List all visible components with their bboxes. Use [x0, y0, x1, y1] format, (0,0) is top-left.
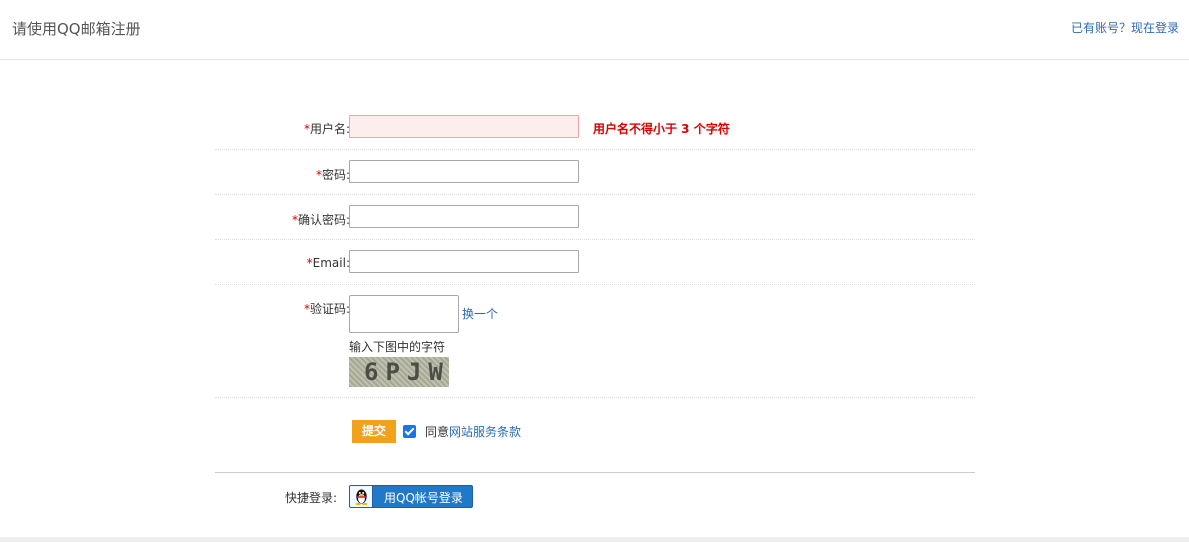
submit-button[interactable]: 提交: [352, 420, 396, 443]
submit-row: 提交 同意网站服务条款: [215, 398, 975, 472]
captcha-image[interactable]: 6PJW: [349, 357, 449, 387]
qq-penguin-icon: [350, 486, 373, 507]
captcha-hint: 输入下图中的字符: [349, 340, 446, 354]
captcha-input[interactable]: [349, 295, 459, 333]
confirm-password-row: *确认密码:: [215, 195, 975, 240]
username-error: 用户名不得小于 3 个字符: [593, 122, 730, 136]
page-title: 请使用QQ邮箱注册: [12, 20, 141, 38]
password-label: *密码:: [315, 168, 350, 182]
email-label: *Email:: [306, 256, 350, 270]
divider: [215, 472, 975, 473]
captcha-code: 6PJW: [364, 358, 449, 386]
qq-login-label: 用QQ帐号登录: [384, 491, 463, 505]
username-row: *用户名: 用户名不得小于 3 个字符: [215, 104, 975, 150]
username-input[interactable]: [349, 115, 579, 138]
captcha-row: *验证码: 换一个 输入下图中的字符 6PJW: [215, 285, 975, 398]
username-label: *用户名:: [303, 122, 350, 136]
qq-login-button[interactable]: 用QQ帐号登录: [349, 485, 473, 508]
email-input[interactable]: [349, 250, 579, 273]
register-page: 请使用QQ邮箱注册 已有账号？现在登录 *用户名: 用户名不得小于 3 个字符 …: [0, 0, 1189, 542]
captcha-label: *验证码:: [303, 302, 350, 316]
password-row: *密码:: [215, 150, 975, 195]
password-input[interactable]: [349, 160, 579, 183]
agree-checkbox[interactable]: [403, 425, 416, 438]
quick-login-label: 快捷登录:: [284, 491, 337, 505]
confirm-password-label: *确认密码:: [291, 213, 350, 227]
terms-link[interactable]: 网站服务条款: [449, 425, 521, 439]
footer-bar: [0, 537, 1189, 542]
agree-text: 同意网站服务条款: [425, 425, 522, 439]
captcha-refresh-link[interactable]: 换一个: [462, 305, 498, 322]
login-link[interactable]: 已有账号？现在登录: [1071, 19, 1179, 36]
confirm-password-input[interactable]: [349, 205, 579, 228]
email-row: *Email:: [215, 240, 975, 285]
header: 请使用QQ邮箱注册 已有账号？现在登录: [0, 0, 1189, 60]
